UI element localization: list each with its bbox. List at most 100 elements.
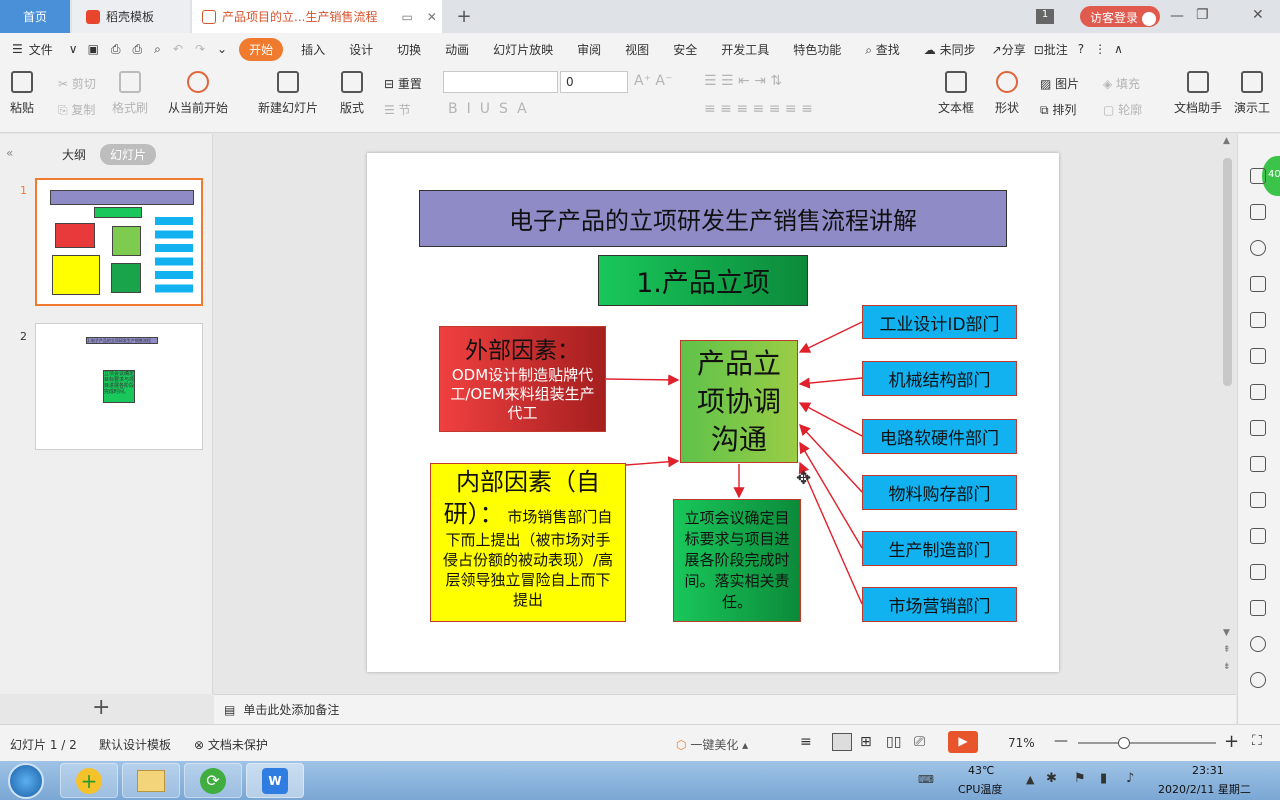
format-painter-button[interactable]: 格式刷	[112, 71, 148, 116]
outline-tab[interactable]: 大纲	[62, 146, 86, 163]
design-template[interactable]: 默认设计模板	[99, 736, 171, 753]
slide-thumbnail-2[interactable]: 1.电子产品的立项研发生产销售流程 立项会议确定目标要求与项目进展各阶段完成时间…	[35, 323, 203, 450]
reset-button[interactable]: ⊟ 重置	[384, 75, 422, 92]
table-icon[interactable]	[1250, 312, 1266, 328]
font-family-select[interactable]	[443, 71, 558, 93]
scroll-down-icon[interactable]: ▼	[1223, 628, 1230, 638]
audio-icon[interactable]	[1250, 600, 1266, 616]
undo-icon[interactable]: ↶	[167, 42, 189, 56]
copy-button[interactable]: ⎘ 复制	[58, 101, 95, 118]
menu-animation[interactable]: 动画	[433, 41, 481, 58]
print-icon[interactable]: ⎙	[127, 42, 149, 57]
new-tab-button[interactable]: +	[452, 0, 476, 33]
notes-placeholder[interactable]: 单击此处添加备注	[243, 701, 339, 718]
magic-icon[interactable]	[1250, 168, 1266, 184]
badge-icon[interactable]	[1250, 240, 1266, 256]
image-icon[interactable]	[1250, 456, 1266, 472]
menu-sync[interactable]: ☁ 未同步	[912, 41, 988, 58]
menu-security[interactable]: 安全	[661, 41, 709, 58]
taskbar-refresh-app[interactable]: ⟳	[184, 763, 242, 798]
more-icon[interactable]: ⋮	[1090, 42, 1110, 56]
chart-icon[interactable]	[1250, 384, 1266, 400]
outline-button[interactable]: ▢ 轮廓	[1103, 101, 1142, 118]
cut-button[interactable]: ✂ 剪切	[58, 75, 96, 92]
archive-icon[interactable]	[1250, 528, 1266, 544]
menu-insert[interactable]: 插入	[289, 41, 337, 58]
scrollbar-thumb[interactable]	[1223, 158, 1232, 386]
menu-features[interactable]: 特色功能	[781, 41, 853, 58]
save-icon[interactable]: ▣	[82, 42, 105, 56]
network-icon[interactable]: ▮	[1100, 771, 1107, 786]
tab-document[interactable]: 产品项目的立...生产销售流程 ▭ ✕	[192, 0, 442, 33]
menu-developer[interactable]: 开发工具	[709, 41, 781, 58]
paste-button[interactable]: 粘贴	[10, 71, 34, 116]
arrange-button[interactable]: ⧉ 排列	[1040, 101, 1076, 118]
keyboard-icon[interactable]: ⌨	[918, 773, 934, 786]
add-slide-button[interactable]: +	[92, 695, 110, 720]
customize-icon[interactable]: ⌄	[211, 42, 233, 56]
history-icon[interactable]	[1250, 672, 1266, 688]
textbox-button[interactable]: 文本框	[938, 71, 974, 116]
presenter-view-icon[interactable]: ⎚	[914, 734, 925, 750]
zoom-slider-handle[interactable]	[1118, 737, 1130, 749]
notes-bar[interactable]: ▤ 单击此处添加备注	[214, 694, 1236, 724]
transform-icon[interactable]	[1250, 204, 1266, 220]
restore-icon[interactable]: ❐	[1196, 7, 1209, 23]
normal-view-icon[interactable]	[832, 733, 852, 751]
share-out-icon[interactable]	[1250, 492, 1266, 508]
collapse-panel-icon[interactable]: «	[6, 146, 13, 160]
zoom-level[interactable]: 71%	[1008, 736, 1035, 750]
align-icons[interactable]: ≡ ≡ ≡ ≡ ≡ ≡ ≡	[704, 101, 813, 117]
window-icon[interactable]: ▭	[401, 10, 412, 24]
preview-icon[interactable]: ⌕	[148, 42, 167, 57]
doc-assistant-button[interactable]: 文档助手	[1174, 71, 1222, 116]
shield-icon[interactable]	[1250, 636, 1266, 652]
menu-start[interactable]: 开始	[239, 37, 284, 61]
photo-icon[interactable]	[1250, 564, 1266, 580]
menu-share[interactable]: ↗分享	[988, 41, 1030, 58]
next-slide-icon[interactable]: ⇟	[1223, 662, 1231, 672]
fit-window-icon[interactable]: ⛶	[1252, 733, 1262, 749]
minimize-icon[interactable]: —	[1170, 8, 1184, 24]
taskbar-wps[interactable]: W	[246, 763, 304, 798]
login-button[interactable]: 访客登录	[1080, 6, 1160, 27]
play-slideshow-button[interactable]: ▶	[948, 731, 978, 753]
close-window-icon[interactable]: ✕	[1252, 7, 1264, 23]
font-grow-icon[interactable]: A⁺ A⁻	[634, 73, 672, 89]
beautify-button[interactable]: ⬡ 一键美化 ▴	[676, 736, 748, 753]
menu-review[interactable]: 审阅	[565, 41, 613, 58]
flag-icon[interactable]: ⚑	[1074, 771, 1086, 786]
slide-canvas[interactable]: 电子产品的立项研发生产销售流程讲解 1.产品立项 外部因素： ODM设计制造贴牌…	[367, 153, 1059, 672]
prev-slide-icon[interactable]: ⇞	[1223, 645, 1231, 655]
menu-file[interactable]: 文件	[27, 41, 65, 58]
taskbar-app-plus[interactable]: +	[60, 763, 118, 798]
font-style-icons[interactable]: BIUSA	[448, 101, 536, 117]
menu-transition[interactable]: 切换	[385, 41, 433, 58]
layout-button[interactable]: 版式	[340, 71, 364, 116]
new-slide-button[interactable]: 新建幻灯片	[258, 71, 318, 116]
collapse-ribbon-icon[interactable]: ∧	[1110, 42, 1127, 56]
slide-thumbnail-1[interactable]	[35, 178, 203, 306]
menu-slideshow[interactable]: 幻灯片放映	[481, 41, 565, 58]
grid-icon[interactable]	[1250, 348, 1266, 364]
tab-template[interactable]: 稻壳模板	[72, 0, 190, 33]
list-icons[interactable]: ☰ ☰ ⇤ ⇥ ⇅	[704, 73, 782, 89]
tray-expand-icon[interactable]: ▲	[1026, 773, 1034, 786]
zoom-in-icon[interactable]: +	[1224, 731, 1239, 752]
menu-comment[interactable]: ⊡批注	[1030, 41, 1072, 58]
taskbar-explorer[interactable]	[122, 763, 180, 798]
notes-view-icon[interactable]: ≡	[800, 734, 812, 750]
tab-home[interactable]: 首页	[0, 0, 70, 33]
doc-protection[interactable]: ⊗ 文档未保护	[194, 736, 268, 753]
menu-design[interactable]: 设计	[337, 41, 385, 58]
help-icon[interactable]: ?	[1072, 42, 1090, 56]
hamburger-icon[interactable]: ☰	[0, 42, 27, 56]
volume-icon[interactable]: ♪	[1126, 771, 1134, 786]
settings-sliders-icon[interactable]	[1250, 420, 1266, 436]
reading-view-icon[interactable]: ▯▯	[886, 734, 901, 750]
chevron-down-icon[interactable]: ∨	[65, 42, 82, 56]
slides-tab[interactable]: 幻灯片	[100, 144, 157, 165]
sorter-view-icon[interactable]: ⊞	[860, 734, 872, 750]
redo-icon[interactable]: ↷	[189, 42, 211, 56]
scroll-up-icon[interactable]: ▲	[1223, 136, 1230, 146]
